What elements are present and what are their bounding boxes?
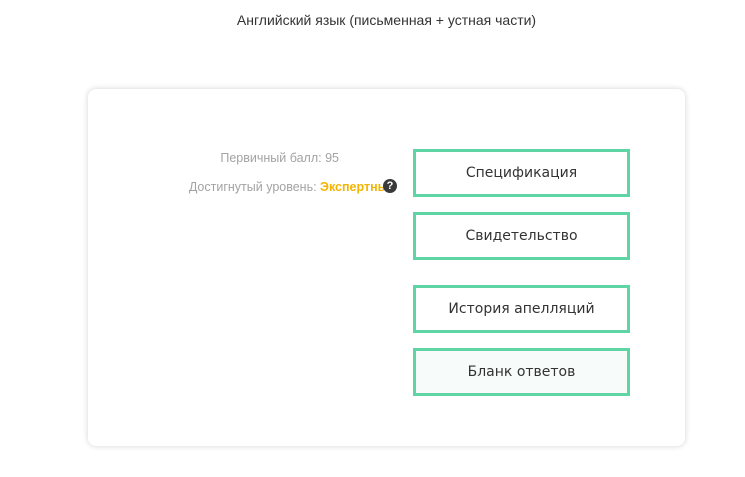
achieved-level: Достигнутый уровень: Экспертный: [189, 180, 396, 194]
page: Английский язык (письменная + устная час…: [0, 0, 745, 477]
certificate-button[interactable]: Свидетельство: [413, 212, 630, 260]
primary-score: Первичный балл: 95: [220, 151, 339, 165]
achieved-level-label: Достигнутый уровень:: [188, 180, 321, 194]
answer-sheet-button[interactable]: Бланк ответов: [413, 348, 630, 396]
question-circle-icon[interactable]: ?: [383, 179, 397, 193]
subject-title: Английский язык (письменная + устная час…: [236, 12, 537, 28]
result-card: Первичный балл: 95 Достигнутый уровень: …: [88, 89, 685, 446]
specification-button[interactable]: Спецификация: [413, 149, 630, 197]
appeals-history-button[interactable]: История апелляций: [413, 285, 630, 333]
